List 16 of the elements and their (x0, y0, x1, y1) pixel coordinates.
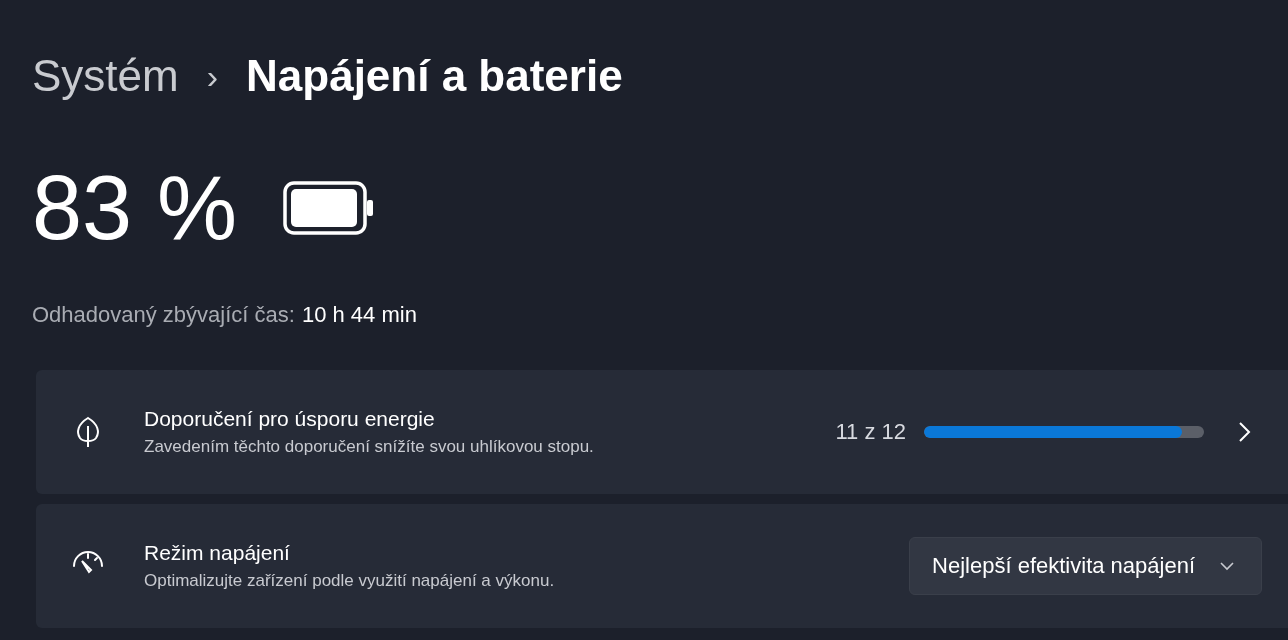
card-description: Zavedením těchto doporučení snížíte svou uhlíkovou stopu. (144, 437, 595, 457)
estimate-value: 10 h 44 min (301, 302, 417, 328)
card-description: Optimalizujte zařízení podle využití napájení a výkonu. (144, 571, 556, 591)
power-mode-dropdown[interactable]: Nejlepší efektivita napájení (909, 537, 1262, 595)
progress-count: 11 z 12 (835, 419, 906, 445)
estimate-label: Odhadovaný zbývající čas: (32, 302, 295, 328)
chevron-down-icon (1219, 561, 1235, 571)
settings-card[interactable]: Doporučení pro úsporu energie Zavedením těchto doporučení snížíte svou uhlíkovou stopu. 11 z 12 (36, 370, 1288, 494)
settings-card[interactable]: Režim napájení Optimalizujte zařízení podle využití napájení a výkonu. Nejlepší efektivita napájení (36, 504, 1288, 628)
card-title: Režim napájení (144, 541, 291, 565)
card-title: Doporučení pro úsporu energie (144, 407, 436, 431)
battery-icon (283, 181, 376, 235)
breadcrumb-link[interactable]: Systém (32, 51, 179, 101)
page-title: Napájení a baterie (246, 51, 623, 101)
breadcrumb-separator: › (206, 56, 219, 96)
battery-percentage: 83 % (32, 156, 238, 260)
